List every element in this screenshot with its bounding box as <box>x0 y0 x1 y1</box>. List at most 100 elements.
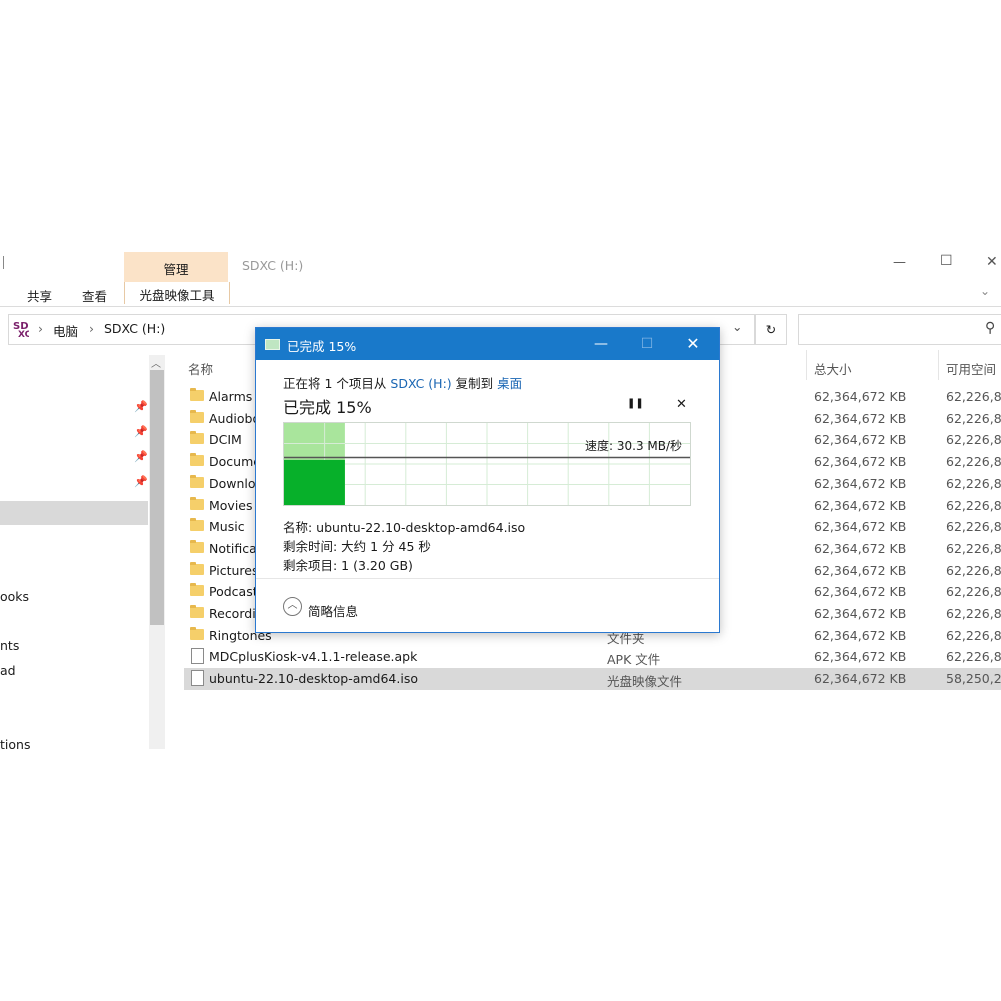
ribbon-expand-chevron-icon[interactable]: ⌄ <box>980 284 990 298</box>
transfer-speed-graph: 速度: 30.3 MB/秒 <box>283 422 691 506</box>
copy-description: 正在将 1 个项目从 SDXC (H:) 复制到 桌面 <box>283 373 522 392</box>
refresh-button[interactable]: ↻ <box>755 314 787 345</box>
file-total-size: 62,364,672 KB <box>814 649 907 665</box>
folder-icon <box>190 409 204 423</box>
cancel-button[interactable]: ✕ <box>676 397 687 412</box>
tab-image-tools-label: 光盘映像工具 <box>139 288 215 303</box>
copy-mid: 复制到 <box>455 376 494 391</box>
pin-icon: 📌 <box>134 475 148 488</box>
file-name-line: 名称: ubuntu-22.10-desktop-amd64.iso <box>283 520 526 535</box>
file-free-space: 62,226,8 <box>946 584 1001 600</box>
dialog-minimize-button[interactable]: — <box>578 328 624 360</box>
pause-button[interactable]: ❚❚ <box>627 398 644 409</box>
file-name: MDCplusKiosk-v4.1.1-release.apk <box>209 649 418 665</box>
source-link[interactable]: SDXC (H:) <box>390 376 451 391</box>
minimize-icon: — <box>594 336 608 352</box>
file-row[interactable]: MDCplusKiosk-v4.1.1-release.apk APK 文件 62,… <box>184 646 1001 668</box>
pin-icon: 📌 <box>134 400 148 413</box>
file-free-space: 62,226,8 <box>946 606 1001 621</box>
tab-image-tools[interactable]: 光盘映像工具 <box>124 282 230 304</box>
file-name: Alarms <box>209 389 253 404</box>
column-header-total-size[interactable]: 总大小 <box>814 359 852 378</box>
file-name: Notifica <box>209 540 257 556</box>
file-total-size: 62,364,672 KB <box>814 432 907 448</box>
address-dropdown-chevron-icon[interactable]: ⌄ <box>732 319 742 334</box>
window-maximize-button[interactable]: ☐ <box>940 253 953 269</box>
dialog-titlebar[interactable]: 已完成 15% — ☐ ✕ <box>256 328 719 360</box>
window-minimize-button[interactable]: — <box>893 255 906 270</box>
svg-text:XC: XC <box>18 330 29 338</box>
window-close-button[interactable]: ✕ <box>986 254 998 270</box>
close-icon: ✕ <box>686 334 700 353</box>
folder-icon <box>190 518 204 532</box>
window-title: SDXC (H:) <box>242 258 304 273</box>
file-name: ubuntu-22.10-desktop-amd64.iso <box>209 671 418 687</box>
breadcrumb-chevron-icon: › <box>38 321 43 336</box>
nav-item-selected[interactable] <box>0 501 148 525</box>
copy-prefix: 正在将 1 个项目从 <box>283 376 387 391</box>
file-name: Movies <box>209 497 253 513</box>
file-total-size: 62,364,672 KB <box>814 627 907 643</box>
file-name: Podcast <box>209 584 258 600</box>
nav-item[interactable]: ad <box>0 663 16 678</box>
file-free-space: 62,226,8 <box>946 519 1001 535</box>
tab-share[interactable]: 共享 <box>27 286 52 305</box>
folder-icon <box>190 388 204 401</box>
sdxc-drive-icon: SD XC <box>13 319 32 340</box>
file-free-space: 62,226,8 <box>946 540 1001 556</box>
tab-manage[interactable]: 管理 <box>124 252 228 282</box>
file-total-size: 62,364,672 KB <box>814 475 907 491</box>
file-total-size: 62,364,672 KB <box>814 497 907 513</box>
folder-icon <box>190 496 204 510</box>
folder-icon <box>190 474 204 488</box>
progress-heading: 已完成 15% <box>283 398 372 417</box>
search-input[interactable]: ⚲ <box>798 314 1001 345</box>
file-free-space: 62,226,8 <box>946 389 1001 404</box>
dialog-divider <box>256 578 719 579</box>
speed-area <box>284 459 345 505</box>
file-name: Docume <box>209 454 261 470</box>
column-header-name[interactable]: 名称 <box>188 359 213 378</box>
file-total-size: 62,364,672 KB <box>814 584 907 600</box>
destination-link[interactable]: 桌面 <box>497 376 522 391</box>
column-header-free-space[interactable]: 可用空间 <box>946 359 996 378</box>
window-edge <box>3 256 4 269</box>
file-free-space: 62,226,8 <box>946 410 1001 426</box>
breadcrumb-chevron-icon: › <box>89 321 94 336</box>
file-free-space: 62,226,8 <box>946 432 1001 448</box>
dialog-maximize-button: ☐ <box>624 328 670 360</box>
speed-graph-svg <box>284 423 690 505</box>
nav-item[interactable]: nts <box>0 638 19 653</box>
nav-scrollbar-thumb[interactable] <box>150 370 164 625</box>
nav-item[interactable]: ooks <box>0 589 29 604</box>
collapse-chevron-icon[interactable]: ︿ <box>283 597 302 616</box>
tab-view[interactable]: 查看 <box>82 286 107 305</box>
file-total-size: 62,364,672 KB <box>814 540 907 556</box>
folder-icon <box>190 539 204 553</box>
file-total-size: 62,364,672 KB <box>814 519 907 535</box>
column-divider <box>806 350 807 380</box>
speed-label: 速度: 30.3 MB/秒 <box>585 439 683 453</box>
file-type: 光盘映像文件 <box>607 674 683 690</box>
breadcrumb-pc[interactable]: 电脑 <box>53 321 78 340</box>
items-remaining-line: 剩余项目: 1 (3.20 GB) <box>283 558 413 573</box>
breadcrumb-drive[interactable]: SDXC (H:) <box>104 321 165 336</box>
dialog-title: 已完成 15% <box>287 339 357 354</box>
file-total-size: 62,364,672 KB <box>814 454 907 470</box>
file-total-size: 62,364,672 KB <box>814 389 907 404</box>
nav-item[interactable]: tions <box>0 737 30 752</box>
file-free-space: 62,226,8 <box>946 562 1001 578</box>
folder-icon <box>190 605 204 618</box>
scroll-up-chevron-icon[interactable]: ︿ <box>151 355 161 370</box>
dialog-close-button[interactable]: ✕ <box>670 328 716 360</box>
folder-icon <box>190 583 204 597</box>
file-total-size: 62,364,672 KB <box>814 562 907 578</box>
search-icon: ⚲ <box>985 320 996 336</box>
file-icon <box>191 670 204 687</box>
file-name: Downlo <box>209 475 256 491</box>
file-row[interactable]: ubuntu-22.10-desktop-amd64.iso 光盘映像文件 62,3… <box>184 668 1001 690</box>
fewer-details-toggle[interactable]: 简略信息 <box>308 601 358 620</box>
folder-icon <box>190 453 204 467</box>
file-name: Pictures <box>209 562 259 578</box>
pin-icon: 📌 <box>134 425 148 438</box>
